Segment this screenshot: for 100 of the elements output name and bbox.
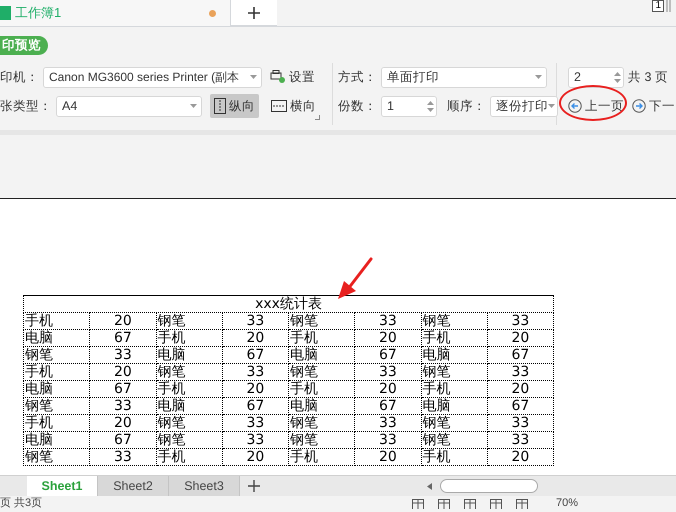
table-cell: 67	[354, 398, 421, 414]
table-cell: 钢笔	[421, 364, 488, 380]
table-cell: 钢笔	[156, 312, 222, 330]
table-cell: 电脑	[156, 346, 222, 364]
grid-view-icon[interactable]	[438, 499, 450, 509]
table-cell: 67	[90, 432, 156, 448]
table-cell: 33	[222, 364, 288, 380]
scrollbar-thumb[interactable]	[440, 479, 538, 493]
page-view-badge[interactable]: 1	[652, 0, 664, 12]
spinner-arrows-icon[interactable]	[614, 72, 621, 82]
caret-icon	[250, 75, 257, 79]
app-logo-icon	[0, 6, 11, 20]
table-cell: 电脑	[156, 398, 222, 414]
plus-icon	[248, 480, 260, 492]
sheet-tab[interactable]: Sheet2	[98, 476, 169, 496]
table-cell: 钢笔	[156, 414, 222, 432]
duplex-label: 方式：	[338, 68, 377, 86]
table-cell: 20	[354, 448, 421, 466]
table-cell: 20	[487, 448, 554, 466]
table-cell: 67	[487, 346, 554, 364]
printer-gear-icon	[270, 70, 286, 84]
table-cell: 67	[222, 346, 288, 364]
table-cell: 手机	[288, 330, 355, 346]
table-cell: 20	[354, 380, 421, 398]
table-cell: 20	[90, 312, 156, 330]
left-arrow-circle-icon	[568, 99, 582, 113]
orientation-button[interactable]: 横向	[267, 94, 320, 118]
table-cell: 手机	[421, 380, 488, 398]
table-cell: 33	[222, 312, 288, 330]
table-cell: 20	[90, 364, 156, 380]
copies-label: 份数：	[338, 98, 377, 114]
table-cell: 手机	[288, 380, 355, 398]
tab-title: 工作簿1	[15, 4, 62, 22]
table-cell: 电脑	[24, 432, 90, 448]
previous-page-link[interactable]: 上一页	[568, 98, 624, 114]
table-cell: 钢笔	[288, 312, 355, 330]
table-cell: 钢笔	[421, 414, 488, 432]
dialog-launcher-icon[interactable]	[315, 115, 320, 120]
table-cell: 电脑	[24, 330, 90, 346]
table-cell: 手机	[24, 414, 90, 432]
table-cell: 33	[354, 364, 421, 380]
table-cell: 33	[354, 312, 421, 330]
caret-icon	[535, 75, 542, 79]
portrait-page-icon	[214, 98, 226, 114]
table-cell: 67	[487, 398, 554, 414]
table-cell: 20	[90, 414, 156, 432]
table-cell: 20	[487, 380, 554, 398]
table-cell: 33	[90, 398, 156, 414]
table-cell: 20	[222, 380, 288, 398]
table-cell: 钢笔	[288, 414, 355, 432]
sheet-tab[interactable]: Sheet3	[169, 476, 240, 496]
duplex-dropdown[interactable]: 单面打印	[381, 66, 547, 88]
table-cell: 手机	[421, 330, 488, 346]
printer-label: 印机：	[0, 68, 39, 86]
right-arrow-circle-icon	[632, 99, 646, 113]
spinner-arrows-icon[interactable]	[427, 100, 434, 112]
table-cell: 20	[487, 330, 554, 346]
table-cell: 33	[90, 346, 156, 364]
landscape-page-icon	[271, 100, 287, 112]
table-cell: 电脑	[288, 346, 355, 364]
plus-icon	[248, 6, 260, 18]
table-cell: 20	[222, 448, 288, 466]
bars-icon	[666, 0, 671, 12]
page-total: 共 3 页	[628, 68, 668, 86]
table-cell: 67	[354, 346, 421, 364]
new-tab-button[interactable]	[231, 0, 277, 26]
scroll-left-icon[interactable]	[427, 482, 432, 490]
order-label: 顺序：	[447, 98, 486, 114]
caret-icon	[548, 104, 555, 108]
table-cell: 33	[90, 448, 156, 466]
table-cell: 手机	[288, 448, 355, 466]
table-cell: 手机	[24, 364, 90, 380]
table-cell: 手机	[156, 330, 222, 346]
table-title: xxx统计表	[24, 296, 554, 312]
printer-dropdown[interactable]: Canon MG3600 series Printer (副本	[43, 66, 262, 88]
zoom-level[interactable]: 70%	[556, 497, 578, 510]
table-cell: 电脑	[288, 398, 355, 414]
table-cell: 67	[90, 380, 156, 398]
table-cell: 33	[222, 414, 288, 432]
table-cell: 手机	[156, 448, 222, 466]
table-cell: 33	[487, 414, 554, 432]
orientation-button[interactable]: 纵向	[210, 94, 259, 118]
table-cell: 钢笔	[24, 448, 90, 466]
table-cell: 20	[354, 330, 421, 346]
page-number-spinner[interactable]: 2	[568, 66, 624, 88]
next-page-link[interactable]: 下一	[632, 98, 675, 114]
paper-type-dropdown[interactable]: A4	[56, 96, 202, 116]
table-cell: 手机	[156, 380, 222, 398]
table-cell: 20	[222, 330, 288, 346]
table-cell: 钢笔	[288, 432, 355, 448]
page-count-text: 页 共3页	[0, 497, 42, 510]
copies-spinner[interactable]: 1	[381, 96, 437, 116]
table-cell: 钢笔	[156, 364, 222, 380]
annotation-ellipse	[559, 85, 627, 121]
table-cell: 钢笔	[421, 432, 488, 448]
settings-button[interactable]: 设置	[266, 65, 319, 89]
table-cell: 67	[222, 398, 288, 414]
order-dropdown[interactable]: 逐份打印	[490, 96, 558, 116]
table-cell: 33	[354, 432, 421, 448]
annotation-arrow	[336, 257, 374, 301]
